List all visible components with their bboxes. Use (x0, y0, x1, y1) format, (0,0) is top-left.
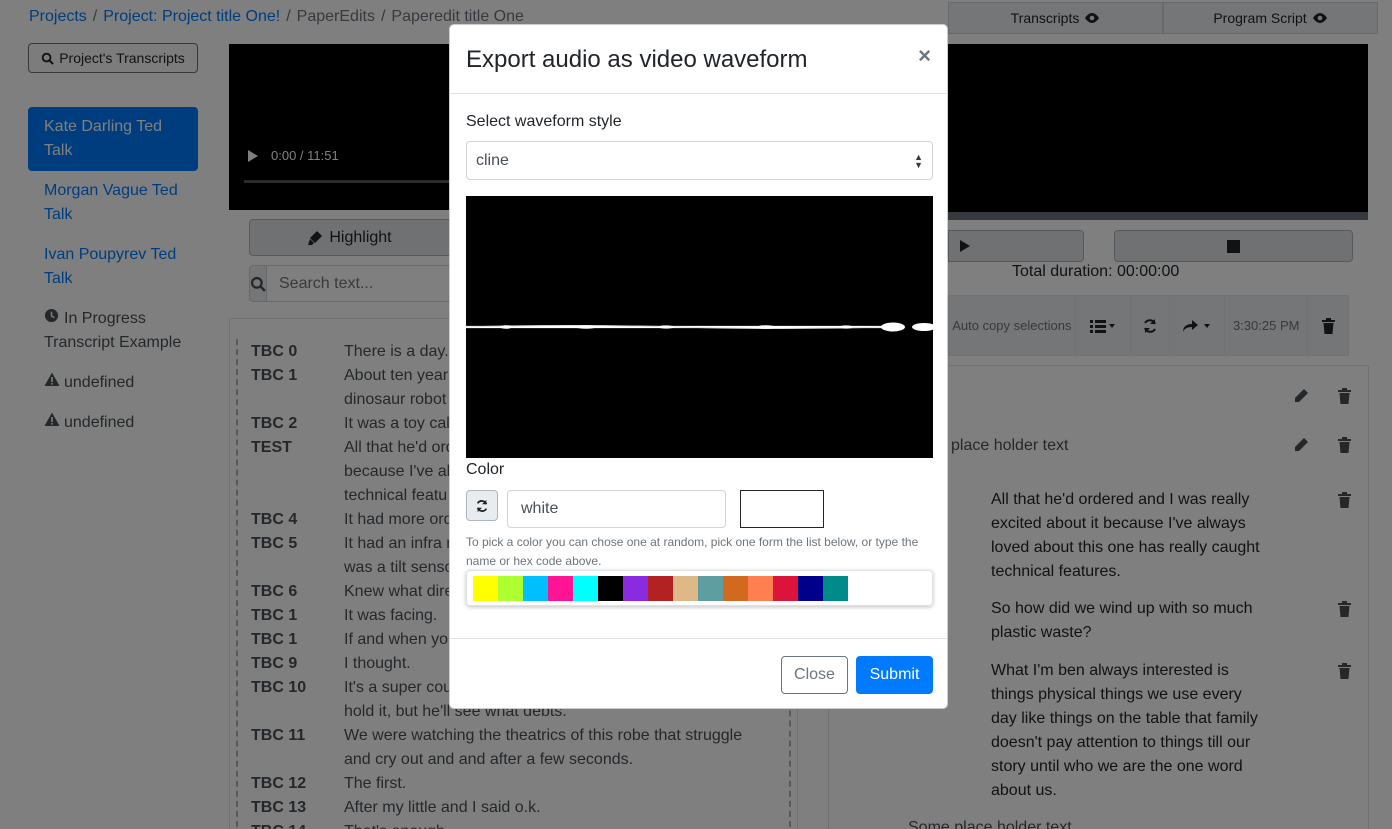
palette-swatch[interactable] (598, 576, 623, 601)
sync-icon (476, 499, 488, 512)
palette-swatch[interactable] (773, 576, 798, 601)
color-preview-swatch (740, 490, 824, 528)
palette-swatch[interactable] (548, 576, 573, 601)
palette-swatch[interactable] (648, 576, 673, 601)
palette-swatch[interactable] (523, 576, 548, 601)
color-label: Color (466, 461, 505, 478)
waveform-style-select[interactable]: cline ▲ ▼ (466, 141, 933, 180)
palette-swatch[interactable] (498, 576, 523, 601)
color-help-text: To pick a color you can chose one at ran… (466, 535, 919, 568)
palette-swatch[interactable] (623, 576, 648, 601)
close-icon[interactable]: × (918, 43, 931, 69)
waveform-preview (465, 196, 936, 458)
color-palette (466, 570, 933, 606)
submit-button[interactable]: Submit (856, 656, 933, 694)
select-arrows-icon: ▲ ▼ (914, 151, 923, 170)
random-color-button[interactable] (466, 490, 498, 521)
palette-swatch[interactable] (723, 576, 748, 601)
palette-swatch[interactable] (698, 576, 723, 601)
palette-swatch[interactable] (798, 576, 823, 601)
palette-swatch[interactable] (473, 576, 498, 601)
waveform-graphic (465, 322, 936, 332)
palette-swatch[interactable] (573, 576, 598, 601)
export-waveform-modal: Export audio as video waveform × Select … (449, 24, 948, 709)
modal-header: Export audio as video waveform × (450, 25, 947, 94)
modal-title: Export audio as video waveform (466, 46, 808, 73)
close-button-label: Close (794, 666, 835, 683)
palette-swatch[interactable] (823, 576, 848, 601)
palette-swatch[interactable] (673, 576, 698, 601)
submit-button-label: Submit (869, 666, 920, 683)
waveform-style-label: Select waveform style (466, 113, 622, 130)
waveform-style-value: cline (476, 151, 509, 169)
palette-swatch[interactable] (748, 576, 773, 601)
close-button[interactable]: Close (781, 656, 848, 694)
modal-footer: Close Submit (450, 638, 947, 709)
color-input[interactable]: white (507, 490, 726, 528)
color-input-value: white (521, 500, 559, 517)
